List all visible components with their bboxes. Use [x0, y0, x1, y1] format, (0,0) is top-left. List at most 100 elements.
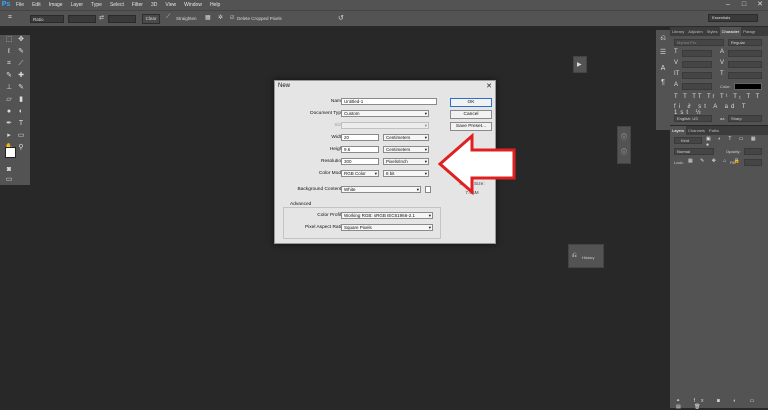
language-dropdown[interactable]: English: US — [674, 115, 712, 122]
menu-file[interactable]: File — [12, 2, 28, 8]
menu-view[interactable]: View — [161, 2, 180, 8]
text-style-buttons[interactable]: T T TT Tr T¹ T₁ T T — [674, 94, 761, 100]
history-panel-icon[interactable]: ⎌ — [657, 34, 669, 44]
menu-window[interactable]: Window — [180, 2, 206, 8]
dodge-tool-icon[interactable]: ◐ — [15, 107, 27, 117]
resolution-unit-select[interactable]: Pixels/Inch — [383, 158, 429, 165]
info-icon[interactable]: ⓘ — [621, 132, 627, 141]
eyedropper-tool-icon[interactable]: ⟋ — [15, 59, 27, 69]
brush-tool-icon[interactable]: ✎ — [3, 71, 15, 81]
font-family-dropdown[interactable]: Myriad Pro — [674, 39, 724, 46]
layer-filter-icons[interactable]: ▣ ◐ T ▭ ▦ ● — [706, 136, 768, 148]
zoom-tool-icon[interactable]: ⚲ — [15, 143, 27, 153]
font-style-dropdown[interactable]: Regular — [728, 39, 762, 46]
minimize-button[interactable]: – — [720, 0, 736, 10]
document-type-select[interactable]: Custom — [341, 110, 429, 117]
close-icon[interactable]: ✕ — [486, 82, 492, 90]
tab-styles[interactable]: Styles — [705, 27, 720, 36]
height-ratio-input[interactable] — [108, 15, 136, 23]
background-color-preview[interactable] — [425, 186, 431, 193]
straighten-label[interactable]: Straighten — [176, 16, 197, 21]
filter-kind-dropdown[interactable]: Kind — [674, 137, 702, 144]
opacity-input[interactable] — [744, 148, 762, 155]
shape-tool-icon[interactable]: ▭ — [15, 131, 27, 141]
crop-tool-icon[interactable]: ⌗ — [8, 14, 12, 22]
properties-icon[interactable]: ⓘ — [621, 147, 627, 156]
menu-layer[interactable]: Layer — [67, 2, 88, 8]
resolution-input[interactable]: 300 — [341, 158, 379, 165]
tab-channels[interactable]: Channels — [686, 126, 707, 135]
menu-image[interactable]: Image — [45, 2, 67, 8]
screen-mode-icon[interactable]: ▭ — [3, 175, 15, 185]
tracking-input[interactable] — [728, 61, 762, 68]
menu-filter[interactable]: Filter — [128, 2, 147, 8]
close-window-button[interactable]: ✕ — [752, 0, 768, 10]
eraser-tool-icon[interactable]: ▱ — [3, 95, 15, 105]
move-tool-icon[interactable]: ✥ — [15, 35, 27, 45]
type-tool-icon[interactable]: T — [15, 119, 27, 129]
ratio-dropdown[interactable]: Ratio — [30, 15, 64, 23]
width-ratio-input[interactable] — [68, 15, 96, 23]
background-contents-select[interactable]: White — [341, 186, 421, 193]
menu-edit[interactable]: Edit — [28, 2, 45, 8]
reset-icon[interactable]: ↺ — [338, 14, 344, 22]
workspace-switcher[interactable]: Essentials — [708, 14, 758, 22]
horizontal-scale-input[interactable] — [728, 72, 762, 79]
leading-input[interactable] — [728, 50, 762, 57]
crop-tool-icon[interactable]: ⌗ — [3, 59, 15, 69]
foreground-color-swatch[interactable] — [5, 147, 16, 158]
straighten-icon[interactable]: ⟋ — [166, 14, 170, 21]
pixel-aspect-select[interactable]: Square Pixels — [341, 224, 433, 231]
grid-overlay-icon[interactable]: ▦ — [205, 14, 211, 21]
height-input[interactable]: 9.6 — [341, 146, 379, 153]
size-select[interactable] — [341, 122, 429, 129]
settings-gear-icon[interactable]: ✲ — [218, 14, 223, 21]
menu-3d[interactable]: 3D — [147, 2, 161, 8]
swap-icon[interactable]: ⇄ — [99, 14, 104, 21]
quick-select-tool-icon[interactable]: ✎ — [15, 47, 27, 57]
marquee-tool-icon[interactable]: ⬚ — [3, 35, 15, 45]
paragraph-panel-icon[interactable]: ¶ — [657, 78, 669, 88]
maximize-button[interactable]: □ — [736, 0, 752, 10]
menu-select[interactable]: Select — [106, 2, 128, 8]
ok-button[interactable]: OK — [450, 98, 492, 107]
text-color-swatch[interactable] — [734, 83, 762, 90]
cancel-button[interactable]: Cancel — [450, 110, 492, 119]
vertical-scale-input[interactable] — [682, 72, 712, 79]
tab-libraries[interactable]: Library — [670, 27, 686, 36]
quick-mask-icon[interactable]: ◙ — [3, 165, 15, 175]
blend-mode-dropdown[interactable]: Normal — [674, 148, 714, 155]
tab-adjustments[interactable]: Adjustm — [686, 27, 704, 36]
font-size-input[interactable] — [682, 50, 712, 57]
save-preset-button[interactable]: Save Preset... — [450, 122, 492, 131]
clear-button[interactable]: Clear — [142, 14, 160, 24]
pen-tool-icon[interactable]: ✒ — [3, 119, 15, 129]
history-label[interactable]: History — [582, 255, 594, 260]
advanced-toggle[interactable]: Advanced — [289, 202, 313, 207]
history-icon[interactable]: ⎌ — [572, 253, 577, 260]
menu-type[interactable]: Type — [87, 2, 106, 8]
anti-alias-dropdown[interactable]: Sharp — [728, 115, 762, 122]
fill-input[interactable] — [744, 159, 762, 166]
lasso-tool-icon[interactable]: ℓ — [3, 47, 15, 57]
color-mode-select[interactable]: RGB Color — [341, 170, 379, 177]
play-icon[interactable]: ▶ — [577, 61, 582, 68]
height-unit-select[interactable]: Centimeters — [383, 146, 429, 153]
width-input[interactable]: 20 — [341, 134, 379, 141]
blur-tool-icon[interactable]: ● — [3, 107, 15, 117]
path-select-tool-icon[interactable]: ▸ — [3, 131, 15, 141]
tab-paths[interactable]: Paths — [707, 126, 721, 135]
healing-tool-icon[interactable]: ✚ — [15, 71, 27, 81]
layer-footer-icons[interactable]: ⚭ fx ◙ ◐ ▭ ▤ 🗑 — [676, 398, 768, 410]
bit-depth-select[interactable]: 8 bit — [383, 170, 429, 177]
name-input[interactable]: Untitled-1 — [341, 98, 437, 105]
tab-paragraph[interactable]: Paragr — [741, 27, 757, 36]
baseline-input[interactable] — [682, 83, 712, 90]
history-brush-icon[interactable]: ✎ — [15, 83, 27, 93]
tab-layers[interactable]: Layers — [670, 126, 687, 135]
character-panel-icon[interactable]: A — [657, 64, 669, 74]
gradient-tool-icon[interactable]: ▮ — [15, 95, 27, 105]
tab-character[interactable]: Character — [719, 27, 742, 36]
width-unit-select[interactable]: Centimeters — [383, 134, 429, 141]
menu-help[interactable]: Help — [206, 2, 224, 8]
